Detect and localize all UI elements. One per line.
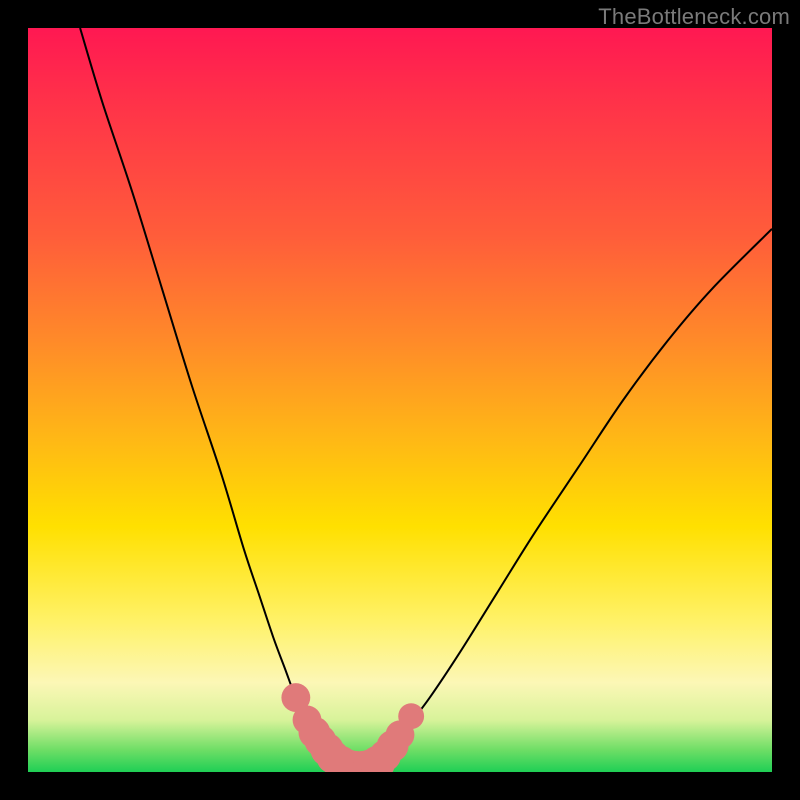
plot-area [28, 28, 772, 772]
marker-dot [398, 703, 424, 729]
curve-svg [28, 28, 772, 772]
curve-left-branch [80, 28, 340, 765]
chart-container: TheBottleneck.com [0, 0, 800, 800]
watermark-label: TheBottleneck.com [598, 4, 790, 30]
curve-right-branch [378, 229, 772, 765]
